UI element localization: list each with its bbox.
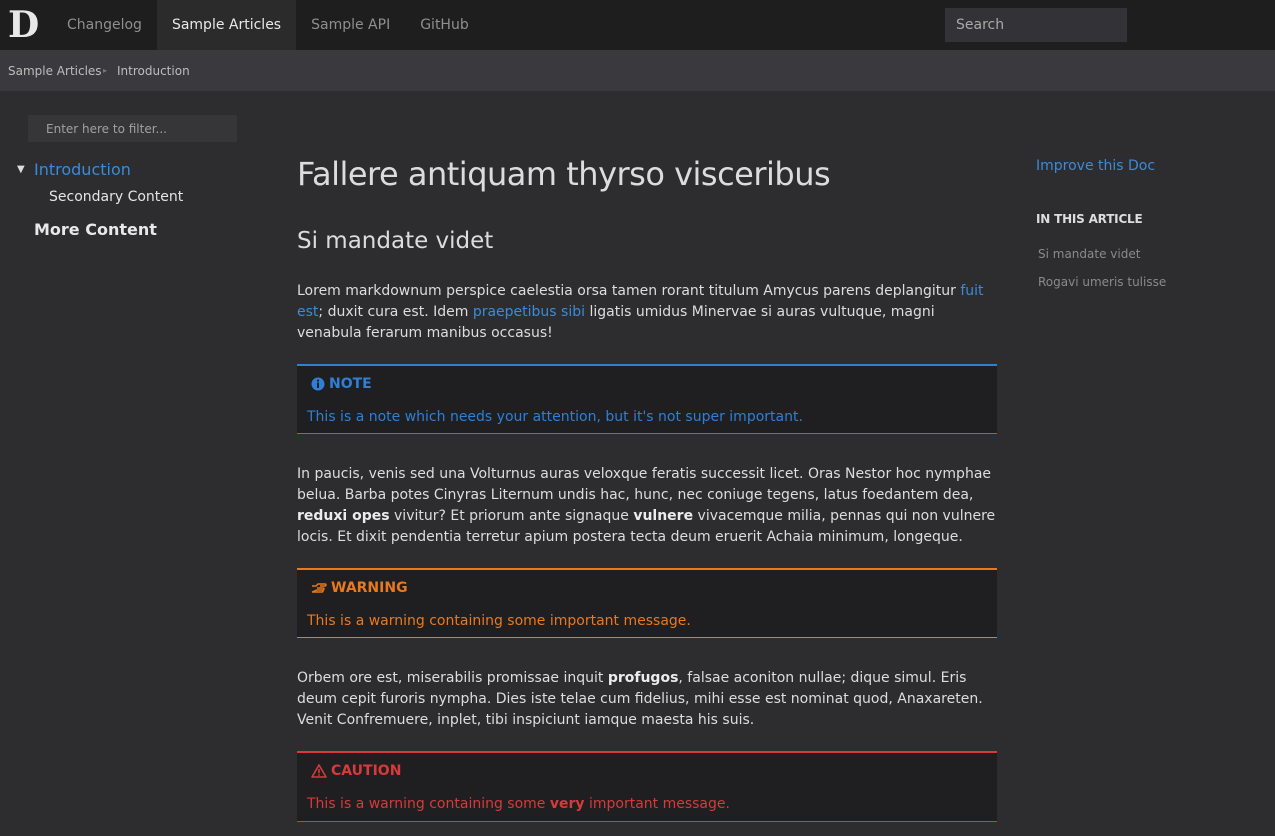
main-nav: Changelog Sample Articles Sample API Git… (52, 0, 484, 50)
bold-text: reduxi opes (297, 508, 390, 524)
warning-heading: WARNING (311, 580, 408, 596)
breadcrumb-introduction[interactable]: Introduction (117, 50, 190, 92)
info-circle-icon (311, 377, 325, 391)
logo[interactable]: D (8, 6, 44, 44)
paragraph-text: ; duxit cura est. Idem (318, 304, 473, 320)
bold-text: vulnere (633, 508, 694, 524)
link-praepetibus-sibi[interactable]: praepetibus sibi (473, 304, 585, 320)
breadcrumb-separator-icon: ▸ (103, 66, 108, 75)
nav-github[interactable]: GitHub (405, 0, 484, 48)
improve-doc-link[interactable]: Improve this Doc (1036, 158, 1155, 174)
paragraph-1: Lorem markdownum perspice caelestia orsa… (297, 281, 997, 344)
toc-item-introduction[interactable]: Introduction (34, 160, 131, 179)
breadcrumb: Sample Articles ▸ Introduction (0, 50, 1275, 91)
caution-alert: CAUTION This is a warning containing som… (297, 751, 997, 822)
nav-changelog[interactable]: Changelog (52, 0, 157, 48)
top-navbar: D Changelog Sample Articles Sample API G… (0, 0, 1275, 50)
note-heading: NOTE (311, 376, 372, 392)
warning-label: WARNING (331, 580, 408, 596)
nav-sample-articles[interactable]: Sample Articles (156, 0, 297, 50)
section-heading: Si mandate videt (297, 228, 494, 254)
paragraph-text: vivitur? Et priorum ante signaque (389, 508, 634, 524)
caution-text: important message. (584, 796, 730, 812)
paragraph-text: Lorem markdownum perspice caelestia orsa… (297, 283, 961, 299)
search-input[interactable] (945, 8, 1127, 42)
note-label: NOTE (329, 376, 372, 392)
in-this-article-heading: IN THIS ARTICLE (1036, 212, 1143, 226)
warning-message: This is a warning containing some import… (307, 613, 691, 629)
affix-link-si-mandate-videt[interactable]: Si mandate videt (1038, 247, 1140, 261)
note-message: This is a note which needs your attentio… (307, 409, 803, 425)
caret-down-icon[interactable]: ▼ (17, 164, 25, 175)
paragraph-text: In paucis, venis sed una Volturnus auras… (297, 466, 992, 503)
caution-text: This is a warning containing some (307, 796, 550, 812)
caution-heading: CAUTION (311, 763, 401, 779)
bold-text: profugos (607, 670, 679, 686)
caution-message: This is a warning containing some very i… (307, 796, 730, 812)
nav-sample-api[interactable]: Sample API (296, 0, 405, 48)
article: Fallere antiquam thyrso visceribus Si ma… (297, 150, 997, 822)
breadcrumb-sample-articles[interactable]: Sample Articles (8, 50, 102, 92)
note-alert: NOTE This is a note which needs your att… (297, 364, 997, 434)
paragraph-3: Orbem ore est, miserabilis promissae inq… (297, 668, 997, 731)
toc-filter-input[interactable] (28, 115, 237, 142)
affix-link-rogavi-umeris-tulisse[interactable]: Rogavi umeris tulisse (1038, 275, 1166, 289)
paragraph-text: Orbem ore est, miserabilis promissae inq… (297, 670, 608, 686)
paragraph-2: In paucis, venis sed una Volturnus auras… (297, 464, 997, 548)
warning-triangle-icon (311, 764, 327, 778)
warning-alert: WARNING This is a warning containing som… (297, 568, 997, 638)
toc-item-more-content[interactable]: More Content (34, 220, 157, 239)
hand-pointing-icon (311, 583, 327, 593)
article-title: Fallere antiquam thyrso visceribus (297, 155, 831, 193)
bold-text: very (549, 796, 585, 812)
caution-label: CAUTION (331, 763, 402, 779)
toc-item-secondary-content[interactable]: Secondary Content (49, 189, 183, 205)
